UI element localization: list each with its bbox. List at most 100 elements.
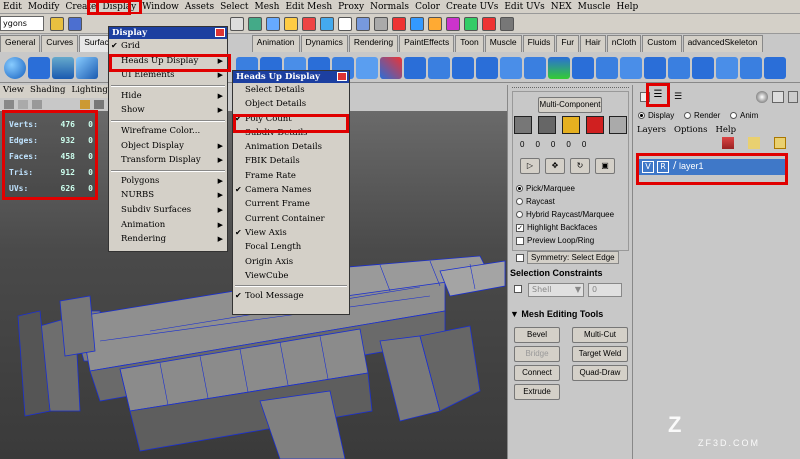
collapse-arrow-icon[interactable]: ▼ xyxy=(510,309,521,319)
viewport-menu-lighting[interactable]: Lighting xyxy=(68,85,110,98)
sew-uv-icon[interactable] xyxy=(668,57,690,79)
snap-plane-icon[interactable] xyxy=(356,17,370,31)
menu-modify[interactable]: Modify xyxy=(25,2,63,12)
render-radio[interactable]: Render xyxy=(684,111,720,120)
face-mode-icon[interactable] xyxy=(586,116,604,134)
snap-curve-icon[interactable] xyxy=(320,17,334,31)
rotate-tool-icon[interactable]: ↻ xyxy=(570,158,590,174)
viewport-menu-shading[interactable]: Shading xyxy=(27,85,68,98)
bridge-button[interactable]: Bridge xyxy=(514,346,560,362)
hud-menu-item-viewcube[interactable]: ViewCube xyxy=(233,269,349,283)
raycast-radio[interactable]: Raycast xyxy=(516,197,555,206)
display-panel-icon[interactable] xyxy=(788,91,798,103)
make-live-icon[interactable] xyxy=(374,17,388,31)
quad-draw-button[interactable]: Quad-Draw xyxy=(572,365,628,381)
snap-point-icon[interactable] xyxy=(338,17,352,31)
multi-component-button[interactable]: Multi-Component xyxy=(538,97,602,113)
menu-muscle[interactable]: Muscle xyxy=(575,2,614,12)
normalize-uv-icon[interactable] xyxy=(764,57,786,79)
menu-color[interactable]: Color xyxy=(412,2,443,12)
snap-grid-icon[interactable] xyxy=(302,17,316,31)
render-sphere-icon[interactable] xyxy=(756,91,768,103)
select-hierarchy-icon[interactable] xyxy=(230,17,244,31)
layer-reference-toggle[interactable]: R xyxy=(657,161,669,173)
vertex-mode-icon[interactable] xyxy=(538,116,556,134)
menu-mesh[interactable]: Mesh xyxy=(252,2,283,12)
toggle-panel-icon[interactable] xyxy=(772,91,784,103)
menu-edit-uvs[interactable]: Edit UVs xyxy=(501,2,547,12)
hud-menu-item-tool-message[interactable]: ✔ Tool Message xyxy=(233,289,349,303)
uv-mode-icon[interactable] xyxy=(609,116,627,134)
shelf-tab-curves[interactable]: Curves xyxy=(41,35,79,52)
menu-nex[interactable]: NEX xyxy=(548,2,575,12)
constraint-dropdown[interactable]: Shell ▼ xyxy=(528,283,584,297)
layer-editor-toggle-icon[interactable]: ☰ xyxy=(652,89,664,101)
multi-cut-button[interactable]: Multi-Cut xyxy=(572,327,628,343)
split-icon[interactable] xyxy=(476,57,498,79)
hud-menu-item-current-frame[interactable]: Current Frame xyxy=(233,197,349,211)
layout-uv-icon[interactable] xyxy=(740,57,762,79)
select-object-icon[interactable] xyxy=(248,17,262,31)
uv-editor-icon[interactable] xyxy=(548,57,570,79)
planar-map-icon[interactable] xyxy=(572,57,594,79)
menu-proxy[interactable]: Proxy xyxy=(335,2,367,12)
hybrid-raycast-radio[interactable]: Hybrid Raycast/Marquee xyxy=(516,210,614,219)
display-menu-item-polygons[interactable]: Polygons ▶ xyxy=(109,174,227,189)
light-icon[interactable] xyxy=(94,100,104,109)
cut-uv-icon[interactable] xyxy=(692,57,714,79)
display-menu-item-rendering[interactable]: Rendering ▶ xyxy=(109,232,227,247)
append-icon[interactable] xyxy=(452,57,474,79)
texture-icon[interactable] xyxy=(80,100,90,109)
bevel-button[interactable]: Bevel xyxy=(514,327,560,343)
save-scene-icon[interactable] xyxy=(68,17,82,31)
layer-menu-layers[interactable]: Layers xyxy=(637,125,666,135)
cylindrical-map-icon[interactable] xyxy=(596,57,618,79)
poly-cone-icon[interactable] xyxy=(76,57,98,79)
auto-map-icon[interactable] xyxy=(644,57,666,79)
render-settings-icon[interactable] xyxy=(446,17,460,31)
shelf-tab-fur[interactable]: Fur xyxy=(556,35,580,52)
scale-tool-icon[interactable]: ▣ xyxy=(595,158,615,174)
edge-mode-icon[interactable] xyxy=(562,116,580,134)
shelf-tab-hair[interactable]: Hair xyxy=(580,35,606,52)
display-menu-item-show[interactable]: Show ▶ xyxy=(109,103,227,118)
hud-menu-item-focal-length[interactable]: Focal Length xyxy=(233,240,349,254)
object-mode-icon[interactable] xyxy=(514,116,532,134)
menu-normals[interactable]: Normals xyxy=(367,2,412,12)
close-icon[interactable] xyxy=(215,28,225,37)
render-frame-icon[interactable] xyxy=(410,17,424,31)
move-tool-icon[interactable]: ✥ xyxy=(545,158,565,174)
new-layer-icon[interactable] xyxy=(722,137,734,149)
shelf-tab-muscle[interactable]: Muscle xyxy=(484,35,522,52)
constraint-value-field[interactable]: 0 xyxy=(588,283,622,297)
layer-menu-options[interactable]: Options xyxy=(674,125,708,135)
hud-menu-item-object-details[interactable]: Object Details xyxy=(233,97,349,111)
hud-menu-item-select-details[interactable]: Select Details xyxy=(233,83,349,97)
select-tool-icon[interactable]: ▷ xyxy=(520,158,540,174)
extrude-icon[interactable] xyxy=(404,57,426,79)
menu-edit-mesh[interactable]: Edit Mesh xyxy=(282,2,335,12)
display-menu-item-animation[interactable]: Animation ▶ xyxy=(109,218,227,233)
mask-icon[interactable] xyxy=(284,17,298,31)
constraint-checkbox[interactable] xyxy=(514,284,525,293)
layer-menu-help[interactable]: Help xyxy=(715,125,736,135)
input-line-icon[interactable] xyxy=(500,17,514,31)
menu-create-uvs[interactable]: Create UVs xyxy=(443,2,501,12)
layer-row[interactable]: V R / layer1 xyxy=(639,159,785,175)
display-radio[interactable]: Display xyxy=(638,111,674,120)
target-weld-button[interactable]: Target Weld xyxy=(572,346,628,362)
shelf-tab-painteffects[interactable]: PaintEffects xyxy=(399,35,455,52)
hud-menu-item-current-container[interactable]: Current Container xyxy=(233,212,349,226)
open-scene-icon[interactable] xyxy=(50,17,64,31)
menu-edit[interactable]: Edit xyxy=(0,2,25,12)
magnet-icon[interactable] xyxy=(482,17,496,31)
shelf-tab-toon[interactable]: Toon xyxy=(455,35,484,52)
wireframe-icon[interactable] xyxy=(18,100,28,109)
anim-radio[interactable]: Anim xyxy=(730,111,758,120)
hud-menu-item-origin-axis[interactable]: Origin Axis xyxy=(233,255,349,269)
close-icon[interactable] xyxy=(337,72,347,81)
hud-menu-item-fbik-details[interactable]: FBIK Details xyxy=(233,154,349,168)
layer-visibility-toggle[interactable]: V xyxy=(642,161,654,173)
symmetry-checkbox[interactable]: Symmetry: Select Edge xyxy=(516,251,619,264)
display-menu-item-subdiv-surfaces[interactable]: Subdiv Surfaces ▶ xyxy=(109,203,227,218)
